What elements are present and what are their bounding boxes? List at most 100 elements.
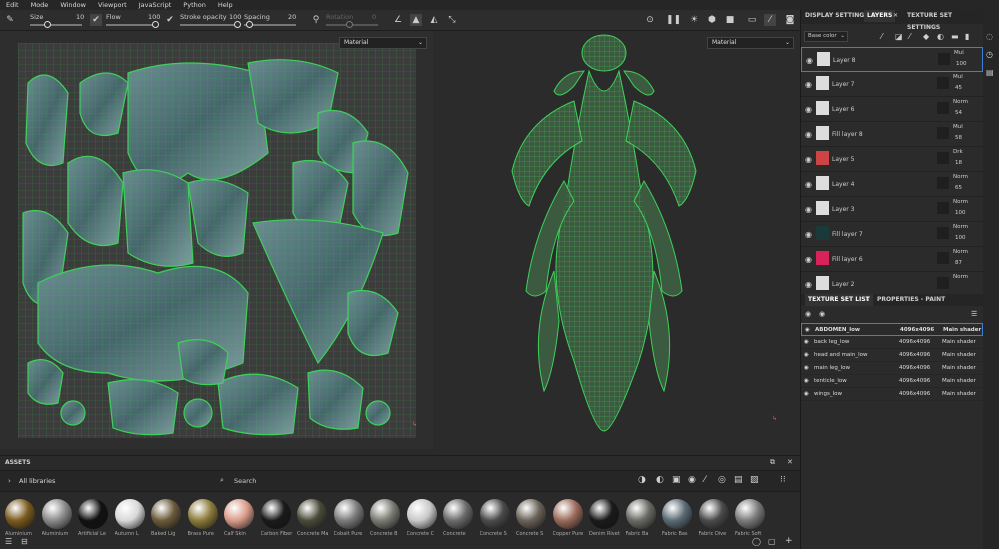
settings-list-icon[interactable]: ☰ <box>971 310 977 318</box>
layout-icon[interactable]: ▭ <box>746 14 758 26</box>
material-preview-ball[interactable] <box>187 499 218 529</box>
filter-procedurals-icon[interactable]: ▤ <box>734 475 743 485</box>
texture-set-shader[interactable]: Main shader <box>942 391 976 397</box>
layer-blend-mode[interactable]: Mul <box>953 124 963 130</box>
layer-blend-mode[interactable]: Norm <box>953 99 968 105</box>
layer-row[interactable]: ◉ Layer 3 Norm 100 <box>801 197 983 222</box>
filter-smart-materials-icon[interactable]: ◐ <box>656 475 664 485</box>
texture-set-shader[interactable]: Main shader <box>943 327 981 333</box>
material-preview-ball[interactable] <box>552 499 583 529</box>
3d-viewport[interactable]: Material ⌄ ↳ <box>434 31 800 449</box>
eye-icon[interactable]: ◉ <box>805 230 812 239</box>
material-preview-ball[interactable] <box>625 499 656 529</box>
search-input[interactable]: Search <box>234 477 614 485</box>
uv-texture-canvas[interactable] <box>18 43 416 438</box>
stroke-opacity-slider[interactable] <box>180 24 240 26</box>
eye-icon[interactable]: ◉ <box>805 155 812 164</box>
flow-slider-handle[interactable] <box>152 21 159 28</box>
menu-mode[interactable]: Mode <box>31 1 49 9</box>
material-preview-ball[interactable] <box>260 499 291 529</box>
pause-icon[interactable]: ❚❚ <box>666 14 681 26</box>
material-preview-ball[interactable] <box>698 499 729 529</box>
light-icon[interactable]: ☀ <box>688 14 700 26</box>
grid-view-icon[interactable]: ⁝⁝ <box>780 475 786 485</box>
eye-icon[interactable]: ◉ <box>804 339 809 345</box>
chevron-right-icon[interactable]: › <box>8 477 11 485</box>
new-preset-icon[interactable]: ▢ <box>768 537 776 546</box>
layer-mask-slot[interactable] <box>937 202 949 214</box>
eye-icon[interactable]: ◉ <box>805 255 812 264</box>
layer-mask-slot[interactable] <box>937 227 949 239</box>
filter-environments-icon[interactable]: ▨ <box>750 475 759 485</box>
layer-blend-mode[interactable]: Drk <box>953 149 963 155</box>
layer-row[interactable]: ◉ Layer 4 Norm 65 <box>801 172 983 197</box>
eye-icon[interactable]: ◉ <box>819 310 825 318</box>
layer-name[interactable]: Fill layer 6 <box>832 256 863 263</box>
close-icon[interactable]: ✕ <box>893 10 898 22</box>
close-icon[interactable]: ✕ <box>787 458 793 466</box>
tab-properties-paint[interactable]: PROPERTIES - PAINT <box>877 294 945 306</box>
layer-row[interactable]: ◉ Layer 8 Mul 100 <box>801 47 983 72</box>
layer-opacity[interactable]: 100 <box>956 61 967 67</box>
material-preview-ball[interactable] <box>479 499 510 529</box>
layer-opacity[interactable]: 100 <box>955 235 966 241</box>
import-icon[interactable]: ⊟ <box>21 537 28 546</box>
add-effect-icon[interactable]: ◐ <box>937 32 944 41</box>
flow-pen-icon[interactable]: ✔ <box>90 14 102 26</box>
layer-name[interactable]: Fill layer 8 <box>832 131 863 138</box>
layer-blend-mode[interactable]: Mul <box>953 74 963 80</box>
texture-set-row[interactable]: ◉ head and main_low 4096x4096 Main shader <box>801 349 983 362</box>
material-dropdown-2d[interactable]: Material ⌄ <box>339 37 427 49</box>
stroke-opacity-value[interactable]: 100 <box>229 13 241 21</box>
layer-mask-slot[interactable] <box>937 77 949 89</box>
texture-set-shader[interactable]: Main shader <box>942 378 976 384</box>
channel-dropdown[interactable]: Base color ⌄ <box>804 31 848 42</box>
eye-icon[interactable]: ◉ <box>805 105 812 114</box>
eye-icon[interactable]: ◉ <box>804 365 809 371</box>
layer-opacity[interactable]: 45 <box>955 85 962 91</box>
layer-mask-slot[interactable] <box>938 53 950 65</box>
layer-mask-slot[interactable] <box>937 102 949 114</box>
menu-edit[interactable]: Edit <box>6 1 19 9</box>
log-icon[interactable]: ▤ <box>986 68 994 77</box>
cube-icon[interactable]: ⬢ <box>706 14 718 26</box>
texture-set-shader[interactable]: Main shader <box>942 339 976 345</box>
layer-blend-mode[interactable]: Norm <box>953 174 968 180</box>
tab-display-settings[interactable]: DISPLAY SETTINGS <box>805 10 869 22</box>
add-folder-icon[interactable]: ▬ <box>951 32 959 41</box>
layer-opacity[interactable]: 87 <box>955 260 962 266</box>
texture-set-row[interactable]: ◉ tenticle_low 4096x4096 Main shader <box>801 375 983 388</box>
size-slider-handle[interactable] <box>44 21 51 28</box>
layer-mask-slot[interactable] <box>937 152 949 164</box>
layer-blend-mode[interactable]: Norm <box>953 274 968 280</box>
library-selector[interactable]: All libraries <box>19 477 55 485</box>
lazy-mouse-icon[interactable]: ▲ <box>410 14 422 26</box>
rotation-value[interactable]: 0 <box>372 13 376 21</box>
texture-set-shader[interactable]: Main shader <box>942 365 976 371</box>
layer-name[interactable]: Layer 2 <box>832 281 854 288</box>
paint-brush-icon[interactable]: ⁄ <box>764 14 776 26</box>
layer-row[interactable]: ◉ Fill layer 6 Norm 87 <box>801 247 983 272</box>
menu-help[interactable]: Help <box>218 1 233 9</box>
layer-opacity[interactable]: 54 <box>955 110 962 116</box>
refresh-icon[interactable]: ◯ <box>752 537 761 546</box>
eye-icon[interactable]: ◉ <box>805 327 810 333</box>
eye-icon[interactable]: ◉ <box>805 280 812 289</box>
layer-mask-slot[interactable] <box>937 277 949 289</box>
spacing-slider-handle[interactable] <box>246 21 253 28</box>
size-value[interactable]: 10 <box>76 13 84 21</box>
layer-opacity[interactable]: 18 <box>955 160 962 166</box>
flow-slider[interactable] <box>106 24 158 26</box>
material-preview-ball[interactable] <box>5 499 35 529</box>
layer-row[interactable]: ◉ Layer 6 Norm 54 <box>801 97 983 122</box>
layer-blend-mode[interactable]: Mul <box>954 50 964 56</box>
layer-opacity[interactable]: 65 <box>955 185 962 191</box>
material-preview-ball[interactable] <box>370 499 400 529</box>
layer-mask-slot[interactable] <box>937 252 949 264</box>
layer-mask-slot[interactable] <box>937 177 949 189</box>
size-slider[interactable] <box>30 24 82 26</box>
spacing-value[interactable]: 20 <box>288 13 296 21</box>
add-icon[interactable]: + <box>785 536 793 546</box>
material-preview-ball[interactable] <box>78 499 108 529</box>
material-preview-ball[interactable] <box>662 499 692 529</box>
